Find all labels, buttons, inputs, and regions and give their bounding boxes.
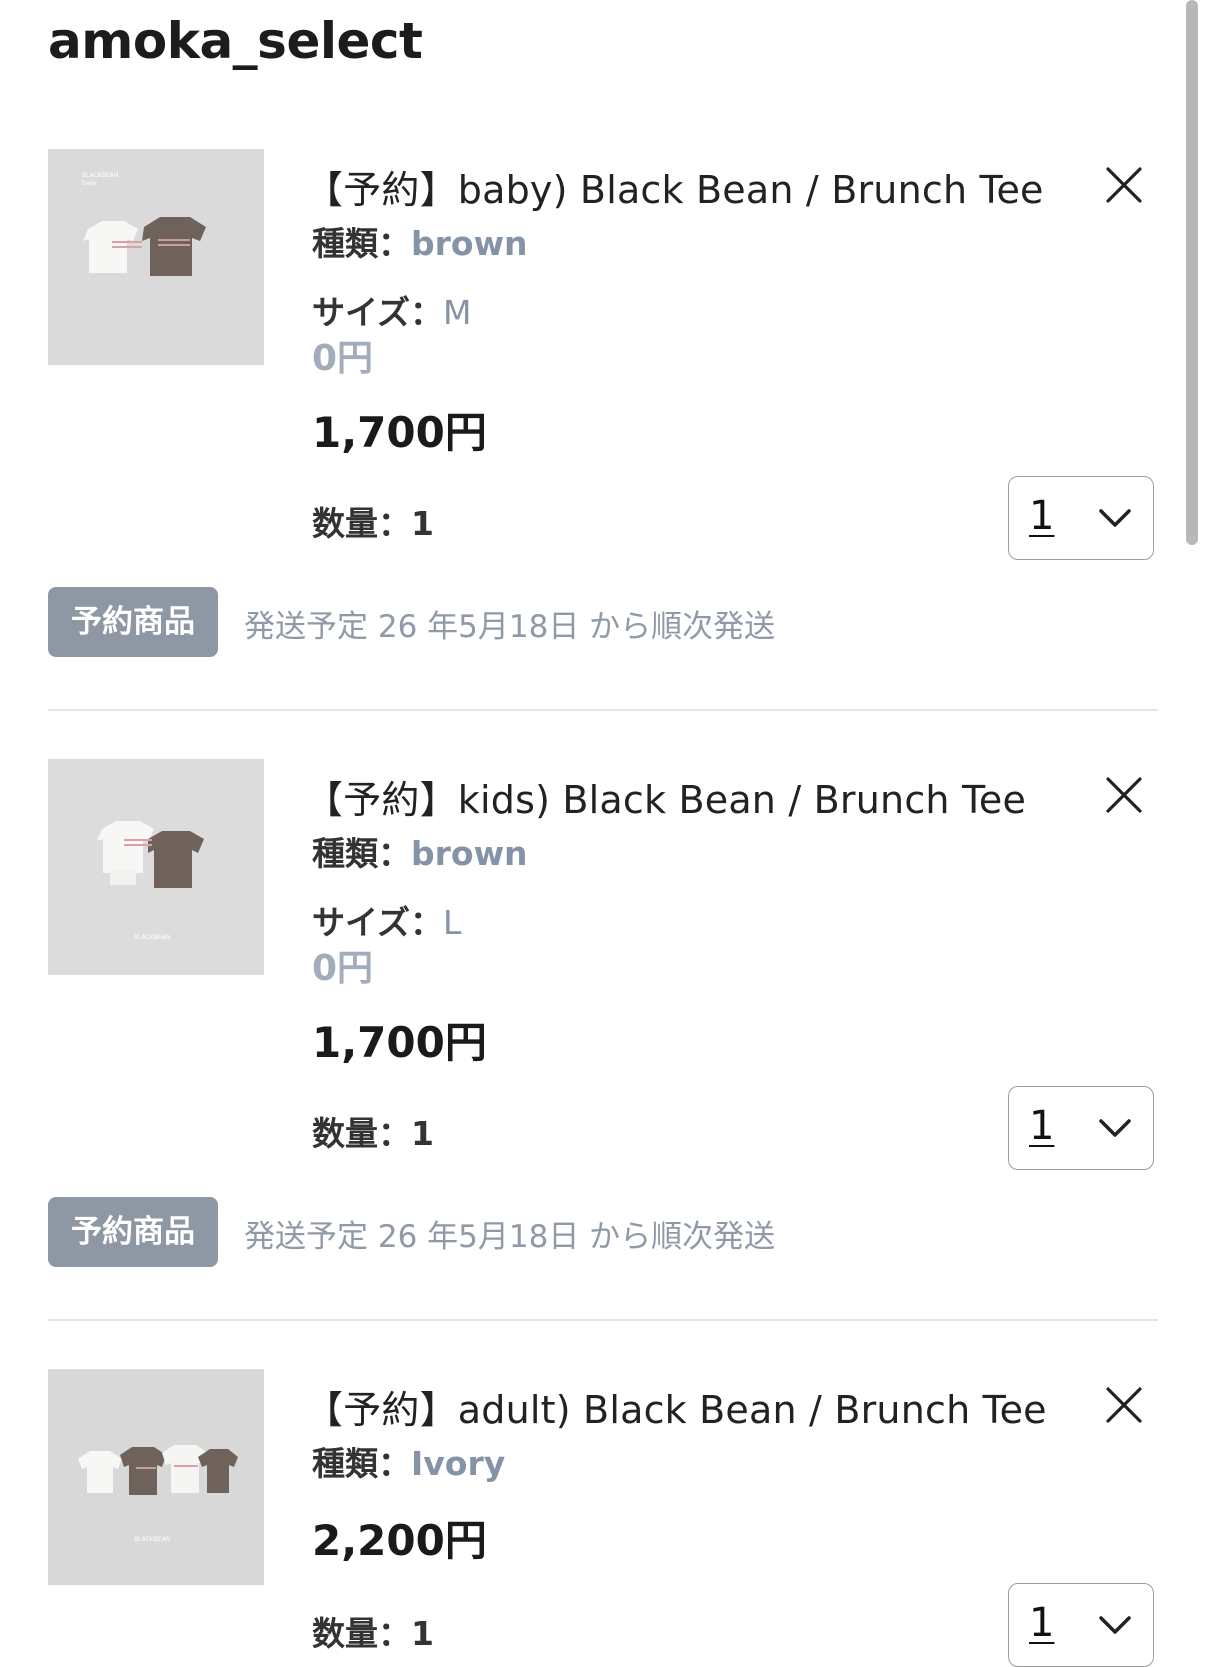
item-price: 1,700円: [312, 1018, 487, 1067]
item-price: 2,200円: [312, 1516, 487, 1565]
quantity-select-value: 1: [1029, 1600, 1055, 1646]
quantity-select[interactable]: 1: [1008, 1086, 1154, 1170]
quantity-label: 数量：1: [312, 504, 434, 543]
variant-type: 種類：brown: [312, 217, 528, 265]
option-price: 0円: [312, 948, 374, 989]
product-image[interactable]: BLACKBEAN: [48, 759, 264, 975]
variant-size-label: サイズ：: [312, 903, 444, 942]
divider: [48, 1319, 1158, 1321]
remove-item-button[interactable]: [1100, 771, 1148, 819]
quantity-label: 数量：1: [312, 1614, 434, 1653]
shipping-note: 発送予定 26 年5月18日 から順次発送: [244, 609, 776, 645]
variant-type-value: brown: [411, 834, 528, 873]
variant-type-value: brown: [411, 224, 528, 263]
preorder-badge: 予約商品: [48, 1197, 218, 1267]
close-icon: [1106, 167, 1142, 203]
chevron-down-icon: [1095, 1610, 1135, 1640]
shop-name: amoka_select: [48, 12, 423, 70]
quantity-select[interactable]: 1: [1008, 1583, 1154, 1667]
svg-text:BLACKBEAN: BLACKBEAN: [82, 172, 118, 179]
svg-text:BLACKBEAN: BLACKBEAN: [134, 934, 170, 941]
cart-item: BLACKBEAN baby 【予約】baby) Black Bean / Br…: [0, 149, 1180, 669]
variant-size-value: M: [443, 293, 472, 332]
variant-size-value: L: [443, 903, 462, 942]
variant-size: サイズ：L: [312, 896, 461, 944]
variant-type-label: 種類：: [312, 224, 411, 263]
chevron-down-icon: [1095, 1113, 1135, 1143]
quantity-select-value: 1: [1029, 1103, 1055, 1149]
svg-text:BLACKBEAN: BLACKBEAN: [134, 1536, 170, 1543]
option-price: 0円: [312, 338, 374, 379]
cart-item: BLACKBEAN 【予約】kids) Black Bean / Brunch …: [0, 759, 1180, 1279]
variant-type-label: 種類：: [312, 834, 411, 873]
quantity-select[interactable]: 1: [1008, 476, 1154, 560]
variant-type: 種類：Ivory: [312, 1437, 505, 1485]
product-image[interactable]: BLACKBEAN: [48, 1369, 264, 1585]
remove-item-button[interactable]: [1100, 161, 1148, 209]
product-image[interactable]: BLACKBEAN baby: [48, 149, 264, 365]
scrollbar[interactable]: [1186, 0, 1198, 545]
variant-type-label: 種類：: [312, 1444, 411, 1483]
variant-type: 種類：brown: [312, 827, 528, 875]
variant-size-label: サイズ：: [312, 293, 444, 332]
shipping-note: 発送予定 26 年5月18日 から順次発送: [244, 1219, 776, 1255]
product-title[interactable]: 【予約】baby) Black Bean / Brunch Tee: [305, 159, 1044, 214]
close-icon: [1106, 1387, 1142, 1423]
quantity-select-value: 1: [1029, 493, 1055, 539]
product-title[interactable]: 【予約】kids) Black Bean / Brunch Tee: [305, 769, 1026, 824]
variant-size: サイズ：M: [312, 286, 472, 334]
variant-type-value: Ivory: [411, 1444, 506, 1483]
quantity-label: 数量：1: [312, 1114, 434, 1153]
preorder-badge: 予約商品: [48, 587, 218, 657]
close-icon: [1106, 777, 1142, 813]
remove-item-button[interactable]: [1100, 1381, 1148, 1429]
svg-text:baby: baby: [82, 180, 97, 187]
chevron-down-icon: [1095, 503, 1135, 533]
cart-item: BLACKBEAN 【予約】adult) Black Bean / Brunch…: [0, 1369, 1180, 1667]
divider: [48, 709, 1158, 711]
product-title[interactable]: 【予約】adult) Black Bean / Brunch Tee: [305, 1379, 1047, 1434]
item-price: 1,700円: [312, 408, 487, 457]
